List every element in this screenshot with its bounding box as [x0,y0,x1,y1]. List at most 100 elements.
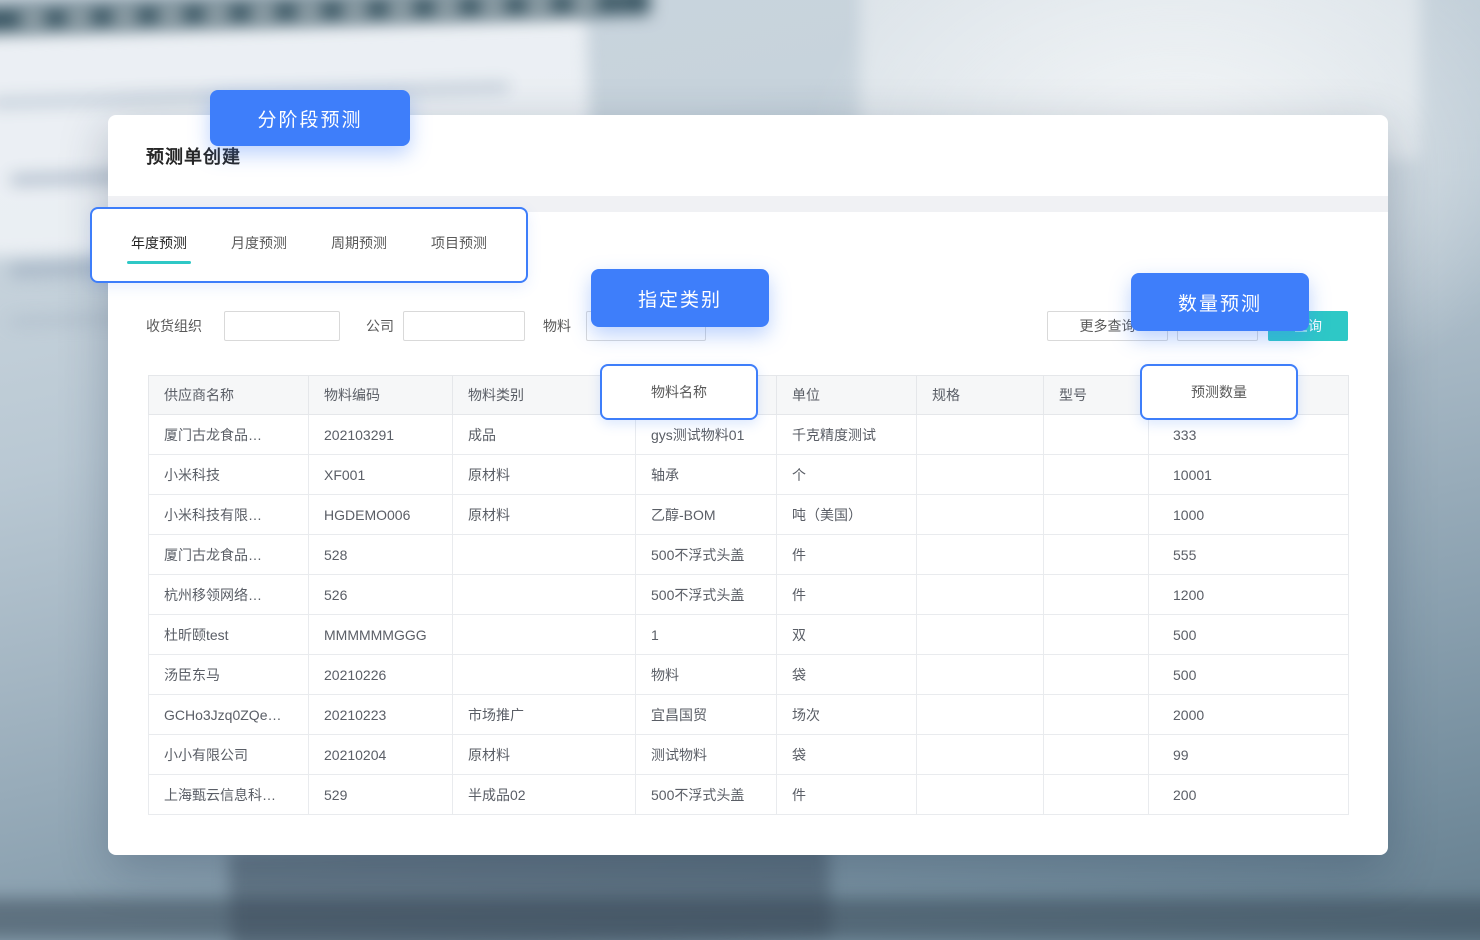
table-row[interactable]: 小米科技有限…HGDEMO006原材料乙醇-BOM吨（美国） 1000 [149,495,1349,535]
table-cell: 99 [1149,735,1349,775]
table-cell: 小米科技有限… [149,495,309,535]
table-cell: 20210223 [309,695,453,735]
forecast-tabs: 年度预测 月度预测 周期预测 项目预测 [92,209,526,264]
table-cell: 小米科技 [149,455,309,495]
table-cell [453,535,636,575]
table-row[interactable]: 小米科技XF001原材料轴承个10001 [149,455,1349,495]
table-cell: 袋 [777,735,917,775]
table-cell: 原材料 [453,735,636,775]
specify-category-badge: 指定类别 [591,269,769,327]
column-header: 规格 [917,376,1044,415]
table-cell [1044,495,1149,535]
table-cell: 成品 [453,415,636,455]
table-row[interactable]: 汤臣东马20210226物料袋500 [149,655,1349,695]
screen: 预测单创建 年度预测 月度预测 周期预测 项目预测 收货组织 公司 物料 更多查… [0,0,1480,940]
table-cell: MMMMMMGGG [309,615,453,655]
table-cell [453,575,636,615]
table-cell [1044,415,1149,455]
table-body: 厦门古龙食品…202103291成品gys测试物料01千克精度测试333小米科技… [149,415,1349,815]
table-row[interactable]: 厦门古龙食品…528500不浮式头盖件555 [149,535,1349,575]
table-cell: 500不浮式头盖 [636,575,777,615]
column-header: 物料编码 [309,376,453,415]
table-cell: 件 [777,575,917,615]
table-row[interactable]: 杭州移领网络…526500不浮式头盖件1200 [149,575,1349,615]
table-cell: 件 [777,535,917,575]
table-cell: 宜昌国贸 [636,695,777,735]
forecast-card: 预测单创建 年度预测 月度预测 周期预测 项目预测 收货组织 公司 物料 更多查… [108,115,1388,855]
tab-monthly-forecast[interactable]: 月度预测 [226,233,292,264]
table-cell: 袋 [777,655,917,695]
receiving-org-input[interactable] [224,311,340,341]
table-cell: 测试物料 [636,735,777,775]
table-cell: HGDEMO006 [309,495,453,535]
table-cell: 吨（美国） [777,495,917,535]
company-label: 公司 [366,311,394,341]
table-cell: 500 [1149,615,1349,655]
table-cell: 原材料 [453,455,636,495]
table-cell: 20210204 [309,735,453,775]
table-row[interactable]: GCHo3Jzq0ZQe…20210223市场推广宜昌国贸场次2000 [149,695,1349,735]
table-cell: 上海甄云信息科… [149,775,309,815]
table-cell [917,415,1044,455]
table-cell [917,735,1044,775]
phased-forecast-badge: 分阶段预测 [210,90,410,146]
material-name-column-highlight: 物料名称 [600,364,758,420]
table-cell [917,535,1044,575]
table-cell: 1000 [1149,495,1349,535]
table-cell: 汤臣东马 [149,655,309,695]
table-cell [453,655,636,695]
table-cell [917,455,1044,495]
company-input[interactable] [403,311,525,341]
table-cell: 2000 [1149,695,1349,735]
table-cell [1044,695,1149,735]
table-cell: 20210226 [309,655,453,695]
table-cell [917,495,1044,535]
table-cell: 轴承 [636,455,777,495]
table-cell [1044,775,1149,815]
table-row[interactable]: 小小有限公司20210204原材料测试物料袋99 [149,735,1349,775]
table-cell: 厦门古龙食品… [149,535,309,575]
receiving-org-label: 收货组织 [146,311,202,341]
table-cell: gys测试物料01 [636,415,777,455]
table-cell: 1200 [1149,575,1349,615]
forecast-qty-column-highlight: 预测数量 [1140,364,1298,420]
tab-period-forecast[interactable]: 周期预测 [326,233,392,264]
table-cell: 件 [777,775,917,815]
forecast-tabs-highlight-box: 年度预测 月度预测 周期预测 项目预测 [90,207,528,283]
forecast-table: 供应商名称物料编码物料类别物料名称单位规格型号预测数量 厦门古龙食品…20210… [148,375,1349,815]
table-cell: 529 [309,775,453,815]
table-cell: 555 [1149,535,1349,575]
table-cell: 528 [309,535,453,575]
table-cell: 526 [309,575,453,615]
table-cell: 333 [1149,415,1349,455]
table-row[interactable]: 上海甄云信息科…529半成品02500不浮式头盖件200 [149,775,1349,815]
table-cell [1044,655,1149,695]
table-cell: 202103291 [309,415,453,455]
quantity-forecast-badge: 数量预测 [1131,273,1309,331]
table-cell: 双 [777,615,917,655]
background-laptop-edge [0,898,1480,938]
table-cell: 1 [636,615,777,655]
table-cell: 原材料 [453,495,636,535]
table-cell: 个 [777,455,917,495]
table-cell: XF001 [309,455,453,495]
table-cell [453,615,636,655]
page-title: 预测单创建 [146,143,241,169]
column-header: 供应商名称 [149,376,309,415]
table-cell: 物料 [636,655,777,695]
table-row[interactable]: 厦门古龙食品…202103291成品gys测试物料01千克精度测试333 [149,415,1349,455]
table-cell [917,575,1044,615]
column-header: 单位 [777,376,917,415]
table-row[interactable]: 杜昕颐testMMMMMMGGG1双500 [149,615,1349,655]
material-label: 物料 [543,311,571,341]
table-cell: GCHo3Jzq0ZQe… [149,695,309,735]
table-cell [917,775,1044,815]
table-cell [917,615,1044,655]
table-cell: 500不浮式头盖 [636,775,777,815]
table-cell [917,695,1044,735]
tab-annual-forecast[interactable]: 年度预测 [126,233,192,264]
table-cell [917,655,1044,695]
table-cell: 乙醇-BOM [636,495,777,535]
tab-project-forecast[interactable]: 项目预测 [426,233,492,264]
table-cell [1044,615,1149,655]
